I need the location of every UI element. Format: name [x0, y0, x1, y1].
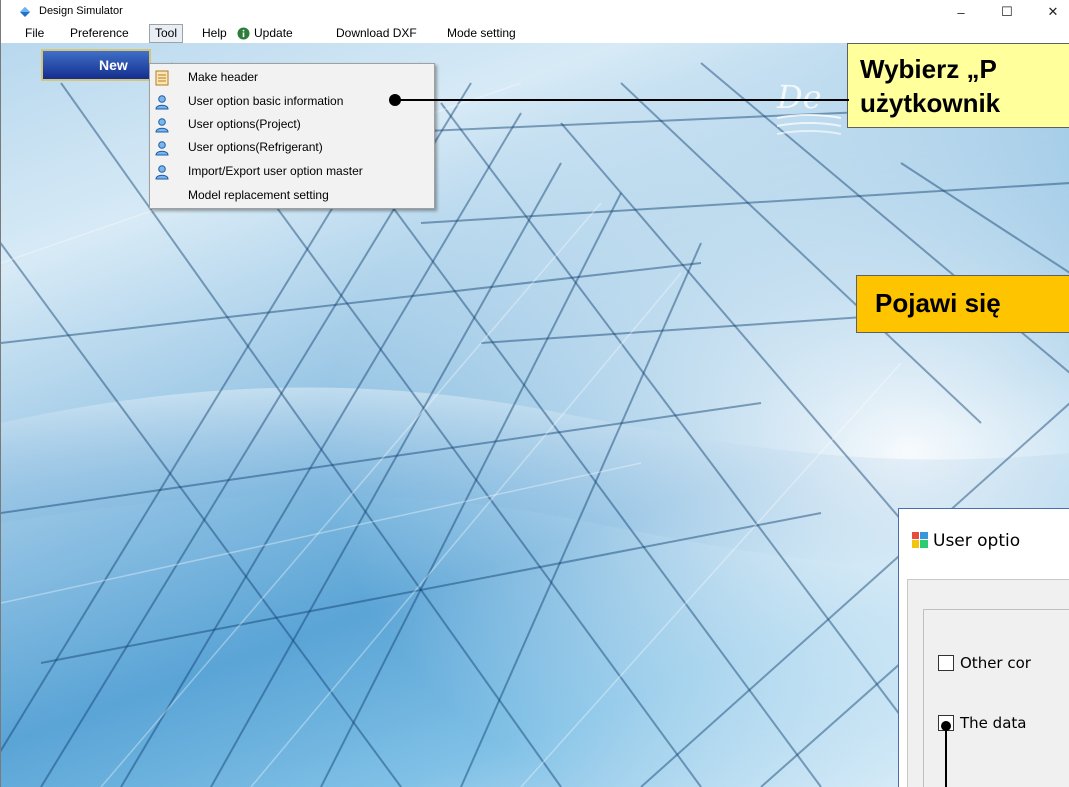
checkbox-pointer-line: [941, 721, 951, 787]
maximize-button[interactable]: ☐: [984, 0, 1030, 24]
info-icon: [237, 27, 250, 40]
logo-swoosh-icon: [777, 114, 841, 135]
instruction-callout-appears: Pojawi się: [856, 275, 1069, 333]
user-option-dialog: User optio Other cor The data: [898, 508, 1069, 787]
user-icon: [155, 165, 169, 180]
menu-item-model-replacement-setting[interactable]: Model replacement setting: [150, 184, 434, 208]
callout-line: Wybierz „P: [860, 54, 997, 84]
menu-update[interactable]: Update: [254, 24, 293, 43]
user-icon: [155, 118, 169, 133]
menu-item-label: User options(Refrigerant): [188, 140, 323, 154]
menu-item-label: Import/Export user option master: [188, 164, 363, 178]
app-window: Design Simulator – ☐ ✕ File Preference T…: [0, 0, 1069, 787]
title-bar: Design Simulator – ☐ ✕: [1, 0, 1069, 24]
menu-item-label: Model replacement setting: [188, 188, 329, 202]
menu-item-user-options-refrigerant[interactable]: User options(Refrigerant): [150, 136, 434, 160]
option-label-2: The data: [960, 714, 1027, 732]
app-logo-icon: [20, 7, 30, 17]
instruction-callout-select: Wybierz „P użytkownik: [847, 43, 1069, 128]
menu-mode-setting[interactable]: Mode setting: [447, 24, 516, 43]
menu-help[interactable]: Help: [202, 24, 227, 43]
minimize-button[interactable]: –: [938, 0, 984, 24]
window-title: Design Simulator: [39, 5, 123, 17]
callout-line: Pojawi się: [875, 288, 1001, 318]
menu-item-label: Make header: [188, 70, 259, 84]
callout-line: użytkownik: [860, 88, 1001, 118]
menu-item-import-export-user-option-master[interactable]: Import/Export user option master: [150, 160, 434, 184]
callout-pointer-line: [389, 94, 849, 106]
menu-tool[interactable]: Tool: [149, 24, 184, 43]
menu-preference[interactable]: Preference: [70, 24, 129, 43]
menu-item-user-options-project[interactable]: User options(Project): [150, 113, 434, 137]
user-icon: [155, 95, 169, 110]
menu-item-make-header[interactable]: Make header: [150, 66, 434, 90]
new-button[interactable]: New: [41, 49, 151, 81]
option-label-1: Other cor: [960, 654, 1031, 672]
menu-file[interactable]: File: [25, 24, 44, 43]
menu-item-label: User option basic information: [188, 94, 344, 108]
menu-download-dxf[interactable]: Download DXF: [336, 24, 417, 43]
user-icon: [155, 141, 169, 156]
menu-item-label: User options(Project): [188, 117, 301, 131]
option-checkbox-1[interactable]: [938, 655, 954, 671]
document-icon: [155, 70, 169, 86]
tool-dropdown-menu: Make header User option basic informatio…: [149, 63, 435, 209]
dialog-title: User optio: [933, 531, 1021, 551]
dialog-window-icon: [912, 532, 928, 548]
menu-bar: File Preference Tool Help Update Downloa…: [1, 24, 1069, 43]
close-button[interactable]: ✕: [1030, 0, 1069, 24]
